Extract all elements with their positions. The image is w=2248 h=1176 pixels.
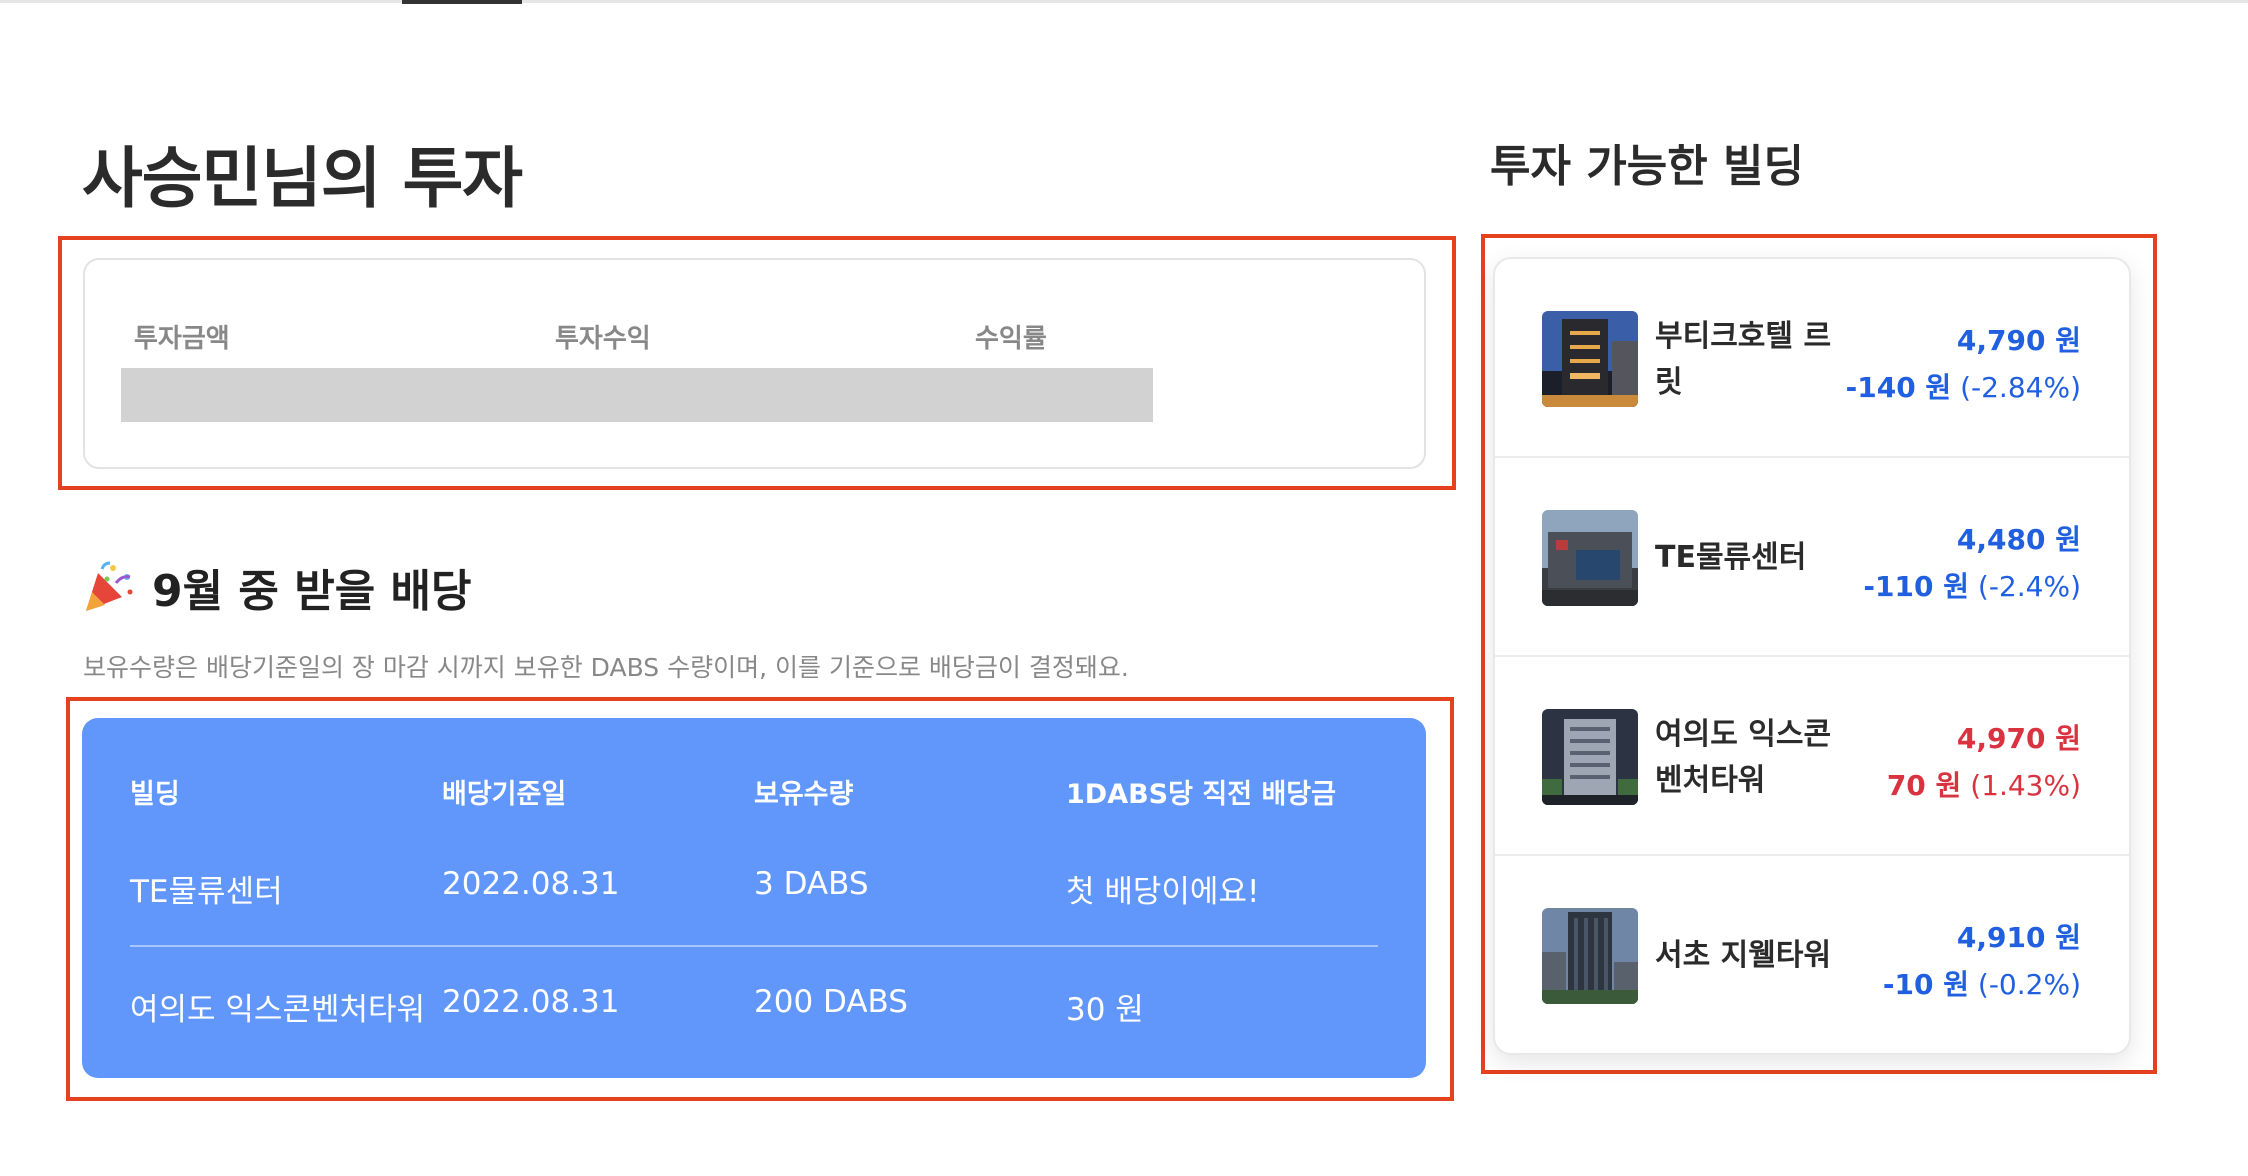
label-investment-amount: 투자금액 <box>134 324 230 354</box>
column-header-holdings: 보유수량 <box>754 779 854 810</box>
change-percent: (-2.84%) <box>1960 371 2081 404</box>
building-name: 서초 지웰타워 <box>1655 938 1832 973</box>
dividends-description: 보유수량은 배당기준일의 장 마감 시까지 보유한 DABS 수량이며, 이를 … <box>83 653 1129 682</box>
building-price: 4,970 원 <box>1956 722 2081 755</box>
dividends-table: 빌딩 배당기준일 보유수량 1DABS당 직전 배당금 TE물류센터 2022.… <box>82 718 1426 1078</box>
active-tab-indicator <box>402 0 522 4</box>
building-change: -110 원 (-2.4%) <box>1863 565 2081 605</box>
building-thumbnail <box>1542 311 1638 407</box>
party-popper-icon <box>86 561 133 611</box>
change-percent: (-0.2%) <box>1977 968 2081 1001</box>
building-price: 4,910 원 <box>1956 921 2081 954</box>
building-item-boutique-hotel[interactable]: 부티크호텔 르릿 4,790 원 -140 원 (-2.84%) <box>1495 259 2129 458</box>
building-item-yeouido-excon[interactable]: 여의도 익스콘벤처타워 4,970 원 70 원 (1.43%) <box>1495 657 2129 856</box>
building-item-te-logistics[interactable]: TE물류센터 4,480 원 -110 원 (-2.4%) <box>1495 458 2129 657</box>
building-item-seocho-jiwell[interactable]: 서초 지웰타워 4,910 원 -10 원 (-0.2%) <box>1495 856 2129 1053</box>
cell-last-dividend: 30 원 <box>1066 992 1144 1028</box>
cell-holdings: 3 DABS <box>754 866 869 902</box>
label-investment-return: 투자수익 <box>555 324 651 354</box>
building-name: 여의도 익스콘벤처타워 <box>1655 717 1832 798</box>
building-change: -10 원 (-0.2%) <box>1883 963 2081 1003</box>
row-divider <box>130 945 1378 947</box>
buildings-title: 투자 가능한 빌딩 <box>1490 141 1804 192</box>
building-change: 70 원 (1.43%) <box>1887 764 2081 804</box>
cell-record-date: 2022.08.31 <box>442 866 620 902</box>
building-thumbnail <box>1542 510 1638 606</box>
building-change: -140 원 (-2.84%) <box>1846 366 2081 406</box>
investment-summary-card: 투자금액 투자수익 수익률 <box>83 258 1426 469</box>
change-percent: (-2.4%) <box>1977 570 2081 603</box>
buildings-list: 부티크호텔 르릿 4,790 원 -140 원 (-2.84%) TE물류센터 … <box>1493 257 2131 1055</box>
cell-building: 여의도 익스콘벤처타워 <box>130 992 426 1028</box>
change-amount: 70 원 <box>1886 769 1962 802</box>
column-header-last-dividend: 1DABS당 직전 배당금 <box>1066 779 1336 810</box>
loading-skeleton <box>121 368 1153 422</box>
building-thumbnail <box>1542 908 1638 1004</box>
cell-holdings: 200 DABS <box>754 984 908 1020</box>
top-tab-bar <box>0 0 2248 4</box>
change-amount: -110 원 <box>1863 570 1969 603</box>
building-thumbnail <box>1542 709 1638 805</box>
cell-record-date: 2022.08.31 <box>442 984 620 1020</box>
table-row: 여의도 익스콘벤처타워 2022.08.31 200 DABS 30 원 <box>82 984 1426 1044</box>
change-amount: -10 원 <box>1882 968 1969 1001</box>
cell-last-dividend: 첫 배당이에요! <box>1066 874 1260 910</box>
label-return-rate: 수익률 <box>975 324 1047 354</box>
change-amount: -140 원 <box>1845 371 1952 404</box>
dividends-title: 9월 중 받을 배당 <box>80 555 471 619</box>
column-header-record-date: 배당기준일 <box>442 779 567 810</box>
building-name: 부티크호텔 르릿 <box>1655 319 1832 400</box>
column-header-building: 빌딩 <box>130 779 180 810</box>
building-name: TE물류센터 <box>1655 540 1807 575</box>
building-price: 4,480 원 <box>1956 523 2081 556</box>
dividends-title-text: 9월 중 받을 배당 <box>152 566 472 617</box>
page-title: 사승민님의 투자 <box>82 140 523 217</box>
building-price: 4,790 원 <box>1956 324 2081 357</box>
change-percent: (1.43%) <box>1970 769 2081 802</box>
table-row: TE물류센터 2022.08.31 3 DABS 첫 배당이에요! <box>82 866 1426 926</box>
cell-building: TE물류센터 <box>130 874 283 910</box>
